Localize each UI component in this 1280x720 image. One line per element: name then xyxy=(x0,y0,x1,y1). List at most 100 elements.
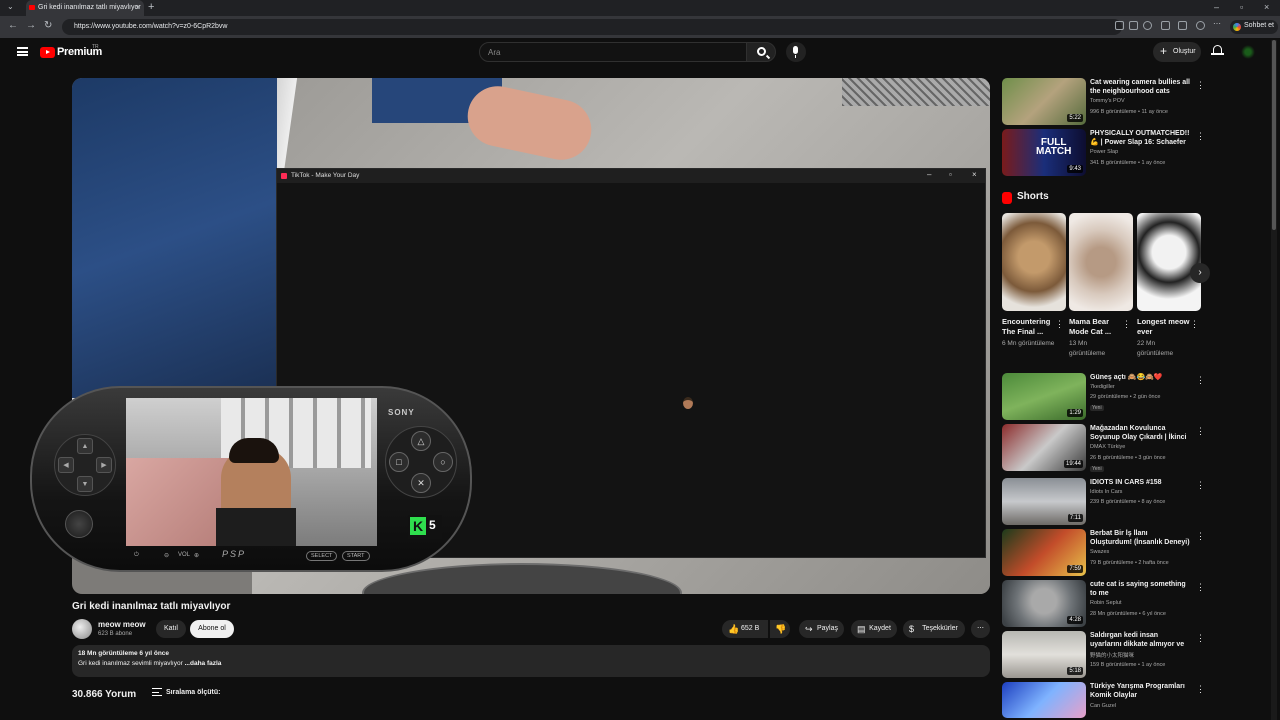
recommendation-item[interactable]: FULL MATCH 9:43 PHYSICALLY OUTMATCHED!! 💪… xyxy=(1002,129,1205,176)
video-title-link[interactable]: PHYSICALLY OUTMATCHED!! 💪 | Power Slap 1… xyxy=(1090,129,1190,147)
video-thumbnail[interactable]: 7:11 xyxy=(1002,478,1086,525)
join-button[interactable]: Katıl xyxy=(156,620,186,638)
sort-button[interactable]: Sıralama ölçütü: xyxy=(152,688,220,696)
close-window-icon[interactable]: × xyxy=(1264,2,1269,12)
video-thumbnail[interactable]: 5:18 xyxy=(1002,631,1086,678)
video-title-link[interactable]: Berbat Bir İş İlanı Oluşturdum! (İnsanlı… xyxy=(1090,529,1190,547)
translate-icon[interactable] xyxy=(1129,21,1138,30)
more-options-icon[interactable]: ⋮ xyxy=(1196,633,1205,644)
tiktok-close-icon[interactable]: × xyxy=(972,170,977,179)
notifications-icon[interactable] xyxy=(1211,45,1224,55)
show-more-link[interactable]: ...daha fazla xyxy=(185,660,222,667)
extension-icon[interactable] xyxy=(1161,21,1170,30)
video-thumbnail[interactable]: 4:28 xyxy=(1002,580,1086,627)
recommendation-item[interactable]: Türkiye Yarışma Programları Komik Olayla… xyxy=(1002,682,1205,718)
short-title[interactable]: Longest meow ever xyxy=(1137,317,1191,337)
shorts-next-icon[interactable]: › xyxy=(1190,263,1210,283)
video-thumbnail[interactable]: 7:59 xyxy=(1002,529,1086,576)
favorites-icon[interactable] xyxy=(1178,21,1187,30)
bookmark-star-icon[interactable] xyxy=(1143,21,1152,30)
new-tab-icon[interactable]: + xyxy=(148,1,154,13)
more-options-icon[interactable]: ⋮ xyxy=(1196,426,1205,437)
video-title-link[interactable]: Türkiye Yarışma Programları Komik Olayla… xyxy=(1090,682,1190,700)
short-title[interactable]: Encountering The Final ... xyxy=(1002,317,1056,337)
channel-link[interactable]: Can Guzel xyxy=(1090,703,1116,709)
install-app-icon[interactable] xyxy=(1115,21,1124,30)
channel-link[interactable]: 7kedigiller xyxy=(1090,384,1115,390)
profile-icon[interactable] xyxy=(1196,21,1205,30)
browser-menu-icon[interactable]: ⋯ xyxy=(1213,19,1222,28)
more-options-icon[interactable]: ⋮ xyxy=(1196,375,1205,386)
channel-link[interactable]: Swazes xyxy=(1090,549,1109,555)
more-options-icon[interactable]: ⋮ xyxy=(1055,319,1064,330)
channel-link[interactable]: Robin Seplut xyxy=(1090,600,1122,606)
video-title-link[interactable]: Güneş açtı 🙈😂🙈❤️ xyxy=(1090,373,1190,382)
search-input[interactable]: Ara xyxy=(479,42,747,62)
tab-search-icon[interactable]: ⌄ xyxy=(7,2,14,11)
tiktok-minimize-icon[interactable]: – xyxy=(927,170,931,179)
short-title[interactable]: Mama Bear Mode Cat ... xyxy=(1069,317,1123,337)
video-title-link[interactable]: IDIOTS IN CARS #158 xyxy=(1090,478,1190,487)
video-title-link[interactable]: Cat wearing camera bullies all the neigh… xyxy=(1090,78,1190,96)
recommendation-item[interactable]: 1:29 Güneş açtı 🙈😂🙈❤️ 7kedigiller 29 gör… xyxy=(1002,373,1205,420)
chat-button[interactable]: Sohbet et xyxy=(1230,20,1278,34)
tiktok-titlebar[interactable]: TikTok - Make Your Day – ▫ × xyxy=(277,169,985,183)
menu-icon[interactable] xyxy=(17,47,28,56)
short-thumbnail[interactable] xyxy=(1069,213,1133,311)
recommendation-item[interactable]: 19:44 Mağazadan Kovulunca Soyunup Olay Ç… xyxy=(1002,424,1205,472)
video-thumbnail[interactable]: FULL MATCH 9:43 xyxy=(1002,129,1086,176)
minimize-icon[interactable]: – xyxy=(1214,2,1219,12)
subscribe-button[interactable]: Abone ol xyxy=(190,620,234,638)
video-thumbnail[interactable]: 1:29 xyxy=(1002,373,1086,420)
more-options-icon[interactable]: ⋮ xyxy=(1196,80,1205,91)
video-thumbnail[interactable]: 19:44 xyxy=(1002,424,1086,471)
more-options-icon[interactable]: ⋮ xyxy=(1122,319,1131,330)
short-thumbnail[interactable] xyxy=(1137,213,1201,311)
like-button[interactable]: 👍 652 B xyxy=(722,620,768,638)
more-actions-button[interactable]: ⋯ xyxy=(971,620,990,638)
forward-icon[interactable]: → xyxy=(26,20,36,31)
reload-icon[interactable]: ↻ xyxy=(44,20,52,31)
recommendation-item[interactable]: 7:59 Berbat Bir İş İlanı Oluşturdum! (İn… xyxy=(1002,529,1205,576)
dislike-button[interactable]: 👎 xyxy=(770,620,790,638)
search-button[interactable] xyxy=(746,42,776,62)
short-item[interactable]: Longest meow ever 22 Mn görüntüleme ⋮ xyxy=(1137,213,1201,359)
voice-search-icon[interactable] xyxy=(786,42,806,62)
short-item[interactable]: Encountering The Final ... 6 Mn görüntül… xyxy=(1002,213,1066,349)
create-button[interactable]: + Oluştur xyxy=(1153,42,1201,62)
channel-name[interactable]: meow meow xyxy=(98,620,146,629)
scrollbar-thumb[interactable] xyxy=(1272,40,1276,230)
channel-link[interactable]: Power Slap xyxy=(1090,149,1118,155)
more-options-icon[interactable]: ⋮ xyxy=(1196,684,1205,695)
short-thumbnail[interactable] xyxy=(1002,213,1066,311)
url-bar[interactable]: https://www.youtube.com/watch?v=z0-6CpR2… xyxy=(62,19,1122,35)
browser-tab[interactable]: Gri kedi inanılmaz tatlı miyavlıyor × xyxy=(26,0,144,16)
video-title-link[interactable]: Saldırgan kedi insan uyarlarını dikkate … xyxy=(1090,631,1190,649)
maximize-icon[interactable]: ▫ xyxy=(1240,2,1243,12)
back-icon[interactable]: ← xyxy=(8,20,18,31)
video-title-link[interactable]: cute cat is saying something to me xyxy=(1090,580,1190,598)
share-button[interactable]: ↪ Paylaş xyxy=(799,620,844,638)
recommendation-item[interactable]: 4:28 cute cat is saying something to me … xyxy=(1002,580,1205,627)
description-box[interactable]: 18 Mn görüntüleme 6 yıl önce Gri kedi in… xyxy=(72,645,990,677)
tiktok-maximize-icon[interactable]: ▫ xyxy=(949,170,952,179)
more-options-icon[interactable]: ⋮ xyxy=(1196,131,1205,142)
save-button[interactable]: ▤ Kaydet xyxy=(851,620,897,638)
more-options-icon[interactable]: ⋮ xyxy=(1190,319,1199,330)
more-options-icon[interactable]: ⋮ xyxy=(1196,582,1205,593)
video-thumbnail[interactable]: 5:22 xyxy=(1002,78,1086,125)
tab-close-icon[interactable]: × xyxy=(135,3,140,12)
thanks-button[interactable]: $ Teşekkürler xyxy=(903,620,965,638)
video-title-link[interactable]: Mağazadan Kovulunca Soyunup Olay Çıkardı… xyxy=(1090,424,1190,442)
video-thumbnail[interactable] xyxy=(1002,682,1086,718)
channel-avatar[interactable] xyxy=(72,619,92,639)
channel-link[interactable]: Idiots In Cars xyxy=(1090,489,1122,495)
more-options-icon[interactable]: ⋮ xyxy=(1196,531,1205,542)
page-scrollbar[interactable] xyxy=(1271,40,1277,720)
channel-link[interactable]: Tommy's POV xyxy=(1090,98,1125,104)
recommendation-item[interactable]: 5:22 Cat wearing camera bullies all the … xyxy=(1002,78,1205,125)
channel-link[interactable]: 野猫的小太阳猫咪 xyxy=(1090,651,1134,659)
short-item[interactable]: Mama Bear Mode Cat ... 13 Mn görüntüleme… xyxy=(1069,213,1133,359)
recommendation-item[interactable]: 5:18 Saldırgan kedi insan uyarlarını dik… xyxy=(1002,631,1205,678)
account-avatar[interactable] xyxy=(1241,45,1255,59)
